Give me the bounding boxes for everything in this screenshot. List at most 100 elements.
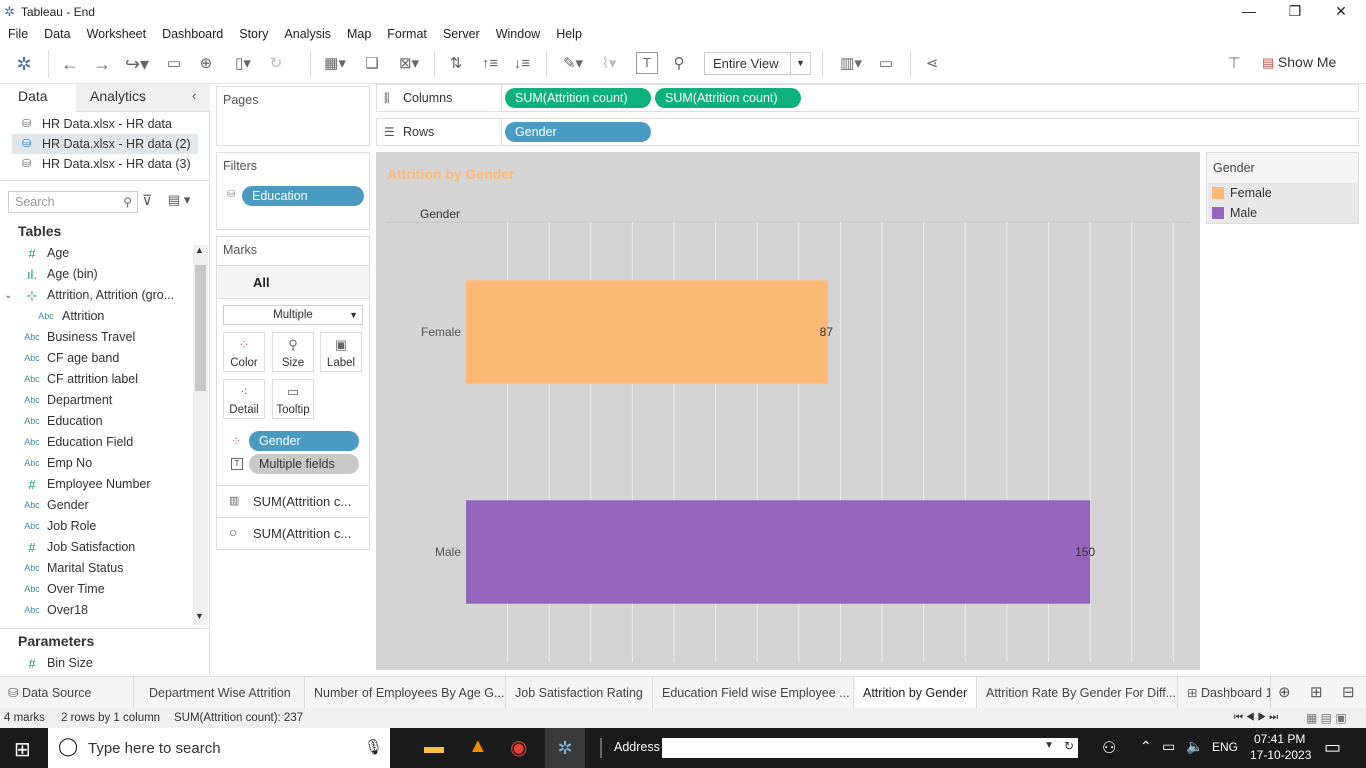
field-item[interactable]: ıl. Age (bin) [12,264,192,285]
new-worksheet-tab-icon[interactable]: ⊕ [1278,683,1291,701]
file-explorer-icon[interactable]: ▬ [424,736,444,759]
redo-icon[interactable]: → [90,52,114,76]
filters-shelf[interactable]: Filters ⛁ Education [216,152,370,230]
mark-card-circle[interactable]: ○ SUM(Attrition c... [217,517,369,549]
show-cards-icon[interactable]: ▥▾ [834,52,868,76]
mark-pill-multiple-fields[interactable]: Multiple fields [249,454,359,474]
duplicate-sheet-icon[interactable]: ❏ [360,52,384,76]
menu-server[interactable]: Server [435,27,488,41]
menu-help[interactable]: Help [548,27,590,41]
menu-dashboard[interactable]: Dashboard [154,27,231,41]
field-item[interactable]: Abc CF age band [12,348,192,369]
datasource-item[interactable]: ⛁ HR Data.xlsx - HR data (2) [12,134,198,154]
field-item[interactable]: Abc Education Field [12,432,192,453]
tableau-taskbar-icon[interactable]: ✲ [545,728,585,768]
battery-icon[interactable]: ▭ [1162,738,1175,755]
label-button[interactable]: ▣ Label [320,332,362,372]
presentation-mode-icon[interactable]: ▭ [874,52,898,76]
field-item[interactable]: Abc Gender [12,495,192,516]
presentation-icon[interactable]: ⊤ [1222,52,1246,76]
collapse-pane-icon[interactable]: ‹ [192,88,196,103]
tab-data[interactable]: Data [18,88,48,104]
menu-file[interactable]: File [0,27,36,41]
tab-analytics[interactable]: Analytics [90,88,146,104]
column-pill[interactable]: SUM(Attrition count) [655,88,801,108]
people-icon[interactable]: ⚇ [1102,738,1116,758]
filter-pill-education[interactable]: Education [242,186,364,206]
new-datasource-icon[interactable]: ⊕ [194,52,218,76]
field-item[interactable]: Abc Education [12,411,192,432]
column-pill[interactable]: SUM(Attrition count) [505,88,651,108]
pages-shelf[interactable]: Pages [216,86,370,146]
field-item[interactable]: # Job Satisfaction [12,537,192,558]
close-button[interactable]: ✕ [1318,0,1364,24]
sheet-tab[interactable]: Department Wise Attrition [141,677,305,709]
menu-window[interactable]: Window [488,27,548,41]
pin-axis-icon[interactable]: ⚲ [668,52,690,76]
scroll-up-icon[interactable]: ▲ [195,245,204,255]
vlc-icon[interactable]: ▲ [468,735,488,758]
menu-analysis[interactable]: Analysis [276,27,339,41]
sort-descending-icon[interactable]: ↓≡ [510,52,534,76]
pause-updates-icon[interactable]: ▯▾ [226,52,260,76]
mark-type-select[interactable]: Multiple ▼ [223,305,363,325]
scroll-down-icon[interactable]: ▼ [195,611,204,621]
bar-female[interactable] [466,280,828,384]
new-dashboard-tab-icon[interactable]: ⊞ [1310,683,1323,701]
field-item[interactable]: Abc Attrition [12,306,192,327]
dashboard-tab[interactable]: ⊞ Dashboard 1 [1179,677,1271,709]
legend-item-male[interactable]: Male [1208,203,1358,223]
sheet-tab[interactable]: Number of Employees By Age G... [306,677,506,709]
sheet-tab-active[interactable]: Attrition by Gender [855,677,977,709]
field-item[interactable]: Abc Marital Status [12,558,192,579]
mark-card-bar[interactable]: ▥ SUM(Attrition c... [217,485,369,517]
view-size-select[interactable]: Entire View ▼ [704,52,811,75]
field-item[interactable]: Abc Over18 [12,600,192,621]
mark-pill-gender[interactable]: Gender [249,431,359,451]
menu-worksheet[interactable]: Worksheet [79,27,155,41]
highlight-icon[interactable]: ✎▾ [558,52,588,76]
windows-start-icon[interactable]: ⊞ [14,737,31,762]
filter-icon[interactable]: ⊽ [142,192,152,209]
color-button[interactable]: ⁘ Color [223,332,265,372]
menu-data[interactable]: Data [36,27,78,41]
sheet-tab[interactable]: Attrition Rate By Gender For Diff... [978,677,1178,709]
chrome-icon[interactable]: ◉ [510,735,527,760]
tab-data-source[interactable]: ⛁ Data Source [0,677,134,709]
share-icon[interactable]: ⋖ [920,52,944,76]
menu-story[interactable]: Story [231,27,276,41]
field-item[interactable]: ⊹ Attrition, Attrition (gro... ⌄ [4,285,192,306]
tableau-home-icon[interactable]: ✲ [12,52,36,76]
sort-ascending-icon[interactable]: ↑≡ [478,52,502,76]
undo-icon[interactable]: ← [58,52,82,76]
detail-button[interactable]: ⁖ Detail [223,379,265,419]
show-mark-labels-icon[interactable]: T [636,52,658,74]
new-worksheet-icon[interactable]: ▦▾ [318,52,352,76]
clock-time[interactable]: 07:41 PM [1254,732,1305,746]
menu-map[interactable]: Map [339,27,379,41]
taskbar-search[interactable]: ◯ Type here to search 🎙 [48,728,390,768]
tray-chevron-icon[interactable]: ⌃ [1140,738,1152,755]
marks-all-header[interactable]: All [217,265,369,299]
field-item[interactable]: Abc Job Role [12,516,192,537]
refresh-icon[interactable]: ↻ [264,52,288,76]
size-button[interactable]: ⚲ Size [272,332,314,372]
columns-shelf[interactable]: ⫼ Columns SUM(Attrition count) SUM(Attri… [376,84,1359,112]
expand-chevron-icon[interactable]: ⌄ [4,285,12,306]
datasource-item[interactable]: ⛁ HR Data.xlsx - HR data (3) [12,154,198,174]
tooltip-button[interactable]: ▭ Tooltip [272,379,314,419]
fields-scrollbar[interactable]: ▲ ▼ [193,245,208,625]
field-item[interactable]: # Age [12,243,192,264]
new-story-tab-icon[interactable]: ⊟ [1342,683,1355,701]
notifications-icon[interactable]: ▭ [1324,737,1341,758]
field-item[interactable]: Abc Emp No [12,453,192,474]
field-item[interactable]: # Employee Number [12,474,192,495]
group-members-icon[interactable]: ⌇▾ [594,52,624,76]
replay-icon[interactable]: ↪▾ [120,52,154,76]
datasource-item[interactable]: ⛁ HR Data.xlsx - HR data [12,114,198,134]
volume-icon[interactable]: 🔈 [1186,738,1203,755]
sheet-tab[interactable]: Education Field wise Employee ... [654,677,854,709]
search-input[interactable]: Search ⚲ [8,191,138,213]
sheet-nav-icons[interactable]: ⏮ ◀ ▶ ⏭ [1234,708,1278,728]
rows-shelf[interactable]: ☰ Rows Gender [376,118,1359,146]
